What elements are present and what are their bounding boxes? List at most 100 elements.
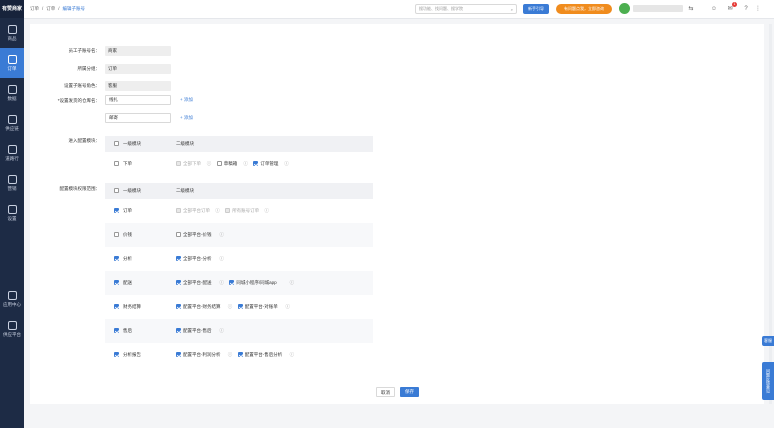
- bag-icon: [7, 24, 17, 34]
- consult-button[interactable]: 有问题点我，立即咨询: [556, 4, 612, 14]
- search-input[interactable]: 搜功能、找问题、搜学院 ⌕: [415, 4, 517, 14]
- level1-checkbox[interactable]: [114, 304, 119, 309]
- info-icon[interactable]: ⓘ: [219, 280, 224, 286]
- info-icon[interactable]: ⓘ: [284, 161, 289, 167]
- level1-checkbox[interactable]: [114, 328, 119, 333]
- chart-icon: [7, 84, 17, 94]
- level2-checkbox[interactable]: [253, 161, 259, 166]
- avatar[interactable]: [619, 3, 630, 14]
- level2-checkbox[interactable]: [176, 280, 181, 285]
- level2-checkbox[interactable]: [176, 328, 181, 333]
- level2-checkbox[interactable]: [216, 161, 222, 166]
- level2-checkbox[interactable]: [229, 280, 235, 285]
- info-icon[interactable]: ⓘ: [285, 304, 290, 310]
- search-icon[interactable]: ⌕: [511, 7, 513, 12]
- gear-icon: [7, 204, 17, 214]
- info-icon[interactable]: ⓘ: [219, 232, 224, 238]
- level1-label: 分析报告: [123, 352, 141, 357]
- sidebar-item[interactable]: 供应链: [0, 108, 24, 138]
- breadcrumb-item[interactable]: 订单: [30, 6, 39, 12]
- level2-label: 配置平台-财务结算: [183, 304, 221, 309]
- level1-checkbox[interactable]: [114, 208, 119, 213]
- table-row: 售后 配置平台-售后 ⓘ: [105, 319, 373, 343]
- level2-label: 订单管理: [260, 161, 279, 166]
- add-delivery-button[interactable]: + 添加: [180, 115, 193, 121]
- switch-icon[interactable]: ⇆: [687, 5, 695, 13]
- level2-label: 所有账号订单: [232, 208, 260, 213]
- sidebar-item[interactable]: 数据: [0, 78, 24, 108]
- sidebar-item-label: 商品: [7, 35, 17, 41]
- level2-checkbox[interactable]: [176, 304, 181, 309]
- sidebar-item-label: 订单: [7, 65, 17, 71]
- level2-checkbox[interactable]: [176, 256, 181, 261]
- sidebar-item[interactable]: 道路行: [0, 138, 24, 168]
- info-icon[interactable]: ⓘ: [228, 352, 233, 358]
- label-name: 员工子账号名：: [68, 48, 101, 53]
- info-icon[interactable]: ⓘ: [228, 304, 233, 310]
- level2-label: 同城小程序/同城app: [236, 280, 277, 285]
- scrollbar[interactable]: [769, 24, 772, 404]
- level1-checkbox[interactable]: [114, 232, 119, 237]
- level2-checkbox[interactable]: [237, 304, 243, 309]
- guide-button[interactable]: 新手引导: [523, 4, 549, 14]
- breadcrumb-current: 编辑子账号: [62, 6, 86, 11]
- table-row: 配送 全部平台-配送 ⓘ 同城小程序/同城app ⓘ: [105, 271, 373, 295]
- level2-label: 配置平台-售后: [183, 328, 212, 333]
- sidebar: 有赞商家 商品订单数据供应链 道路行 营销 设置应用中心供应平台: [0, 0, 24, 428]
- more-icon[interactable]: ⋮: [754, 5, 762, 13]
- info-icon[interactable]: ⓘ: [207, 161, 212, 167]
- info-icon[interactable]: ⓘ: [290, 280, 295, 286]
- sidebar-item-label: 应用中心: [3, 301, 21, 307]
- delivery-input-1[interactable]: 线扎: [105, 95, 171, 105]
- add-delivery-button[interactable]: + 添加: [180, 97, 193, 103]
- select-all-checkbox[interactable]: [114, 141, 119, 146]
- info-icon[interactable]: ⓘ: [215, 208, 220, 214]
- table-row: 财务结算 配置平台-财务结算 ⓘ 配置平台-对账单 ⓘ: [105, 295, 373, 319]
- info-icon[interactable]: ⓘ: [290, 352, 295, 358]
- table-row: 分析报告 配置平台-利润分析 ⓘ 配置平台-售后分析 ⓘ: [105, 343, 373, 367]
- save-button[interactable]: 保存: [400, 387, 419, 397]
- feedback-tab[interactable]: 问题反馈意见: [762, 362, 774, 400]
- label-config-perm: 配置模块权限范围：: [59, 186, 101, 191]
- sidebar-item[interactable]: 设置: [0, 198, 24, 228]
- level1-checkbox[interactable]: [114, 161, 119, 166]
- label-role: 设置子账号角色：: [64, 83, 100, 88]
- level1-checkbox[interactable]: [114, 256, 119, 261]
- level2-label: 草稿箱: [223, 161, 238, 166]
- service-tab[interactable]: 客服: [762, 336, 774, 346]
- sidebar-item[interactable]: 商品: [0, 18, 24, 48]
- sidebar-item[interactable]: 供应平台: [0, 314, 24, 344]
- table-header: 一级模块 二级模块: [105, 136, 373, 152]
- level2-checkbox: [176, 161, 181, 166]
- cancel-button[interactable]: 取消: [376, 387, 395, 397]
- level1-label: 配送: [123, 280, 132, 285]
- sidebar-item-label: 数据: [7, 95, 17, 101]
- level1-checkbox[interactable]: [114, 352, 119, 357]
- tag-icon: [7, 174, 17, 184]
- info-icon[interactable]: ⓘ: [219, 256, 224, 262]
- info-icon[interactable]: ⓘ: [264, 208, 269, 214]
- user-icon[interactable]: ☺: [710, 5, 718, 13]
- app-logo: 有赞商家: [0, 0, 24, 18]
- level2-checkbox[interactable]: [176, 232, 181, 237]
- sidebar-item[interactable]: 营销: [0, 168, 24, 198]
- select-all-checkbox[interactable]: [114, 188, 119, 193]
- breadcrumb-item[interactable]: 订单: [46, 6, 55, 12]
- info-icon[interactable]: ⓘ: [219, 328, 224, 334]
- level1-label: 售后: [123, 328, 132, 333]
- level2-checkbox[interactable]: [176, 352, 181, 357]
- name-field: 商家: [105, 46, 171, 56]
- info-icon[interactable]: ⓘ: [243, 161, 248, 167]
- sidebar-item[interactable]: 应用中心: [0, 284, 24, 314]
- header-level1: 一级模块: [123, 188, 141, 193]
- level2-checkbox[interactable]: [237, 352, 243, 357]
- breadcrumb: 订单 / 订单 / 编辑子账号: [30, 6, 86, 12]
- level1-label: 财务结算: [123, 304, 141, 309]
- table-row: 订单 全部平台订单 ⓘ 所有账号订单 ⓘ: [105, 199, 373, 223]
- sidebar-item[interactable]: 订单: [0, 48, 24, 78]
- delivery-input-2[interactable]: 邮寄: [105, 113, 171, 123]
- level1-checkbox[interactable]: [114, 280, 119, 285]
- help-icon[interactable]: ?: [742, 5, 750, 13]
- user-name-blurred[interactable]: [633, 5, 683, 12]
- level2-checkbox: [225, 208, 231, 213]
